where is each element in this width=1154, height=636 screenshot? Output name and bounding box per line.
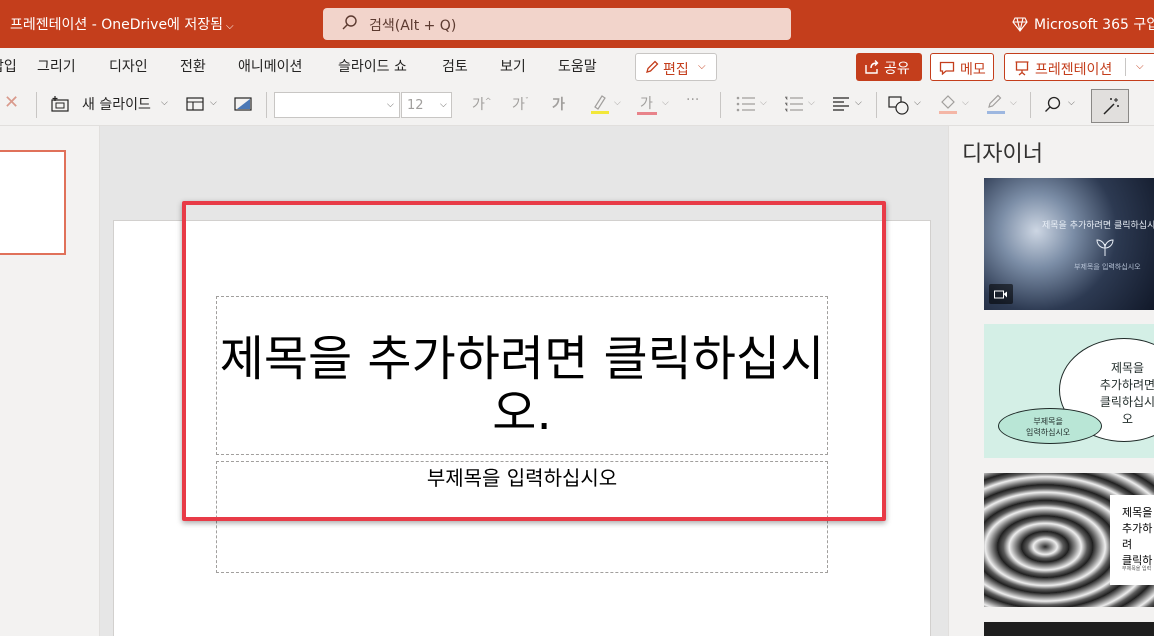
- format-background-icon[interactable]: [234, 96, 252, 112]
- font-color-glyph: 가: [640, 96, 653, 112]
- button-divider: [1125, 58, 1126, 76]
- design-idea-4[interactable]: [984, 622, 1154, 636]
- leaf-icon: [1096, 239, 1114, 256]
- slide-thumbnail-1[interactable]: [0, 150, 66, 255]
- paint-bucket-icon: [939, 95, 957, 114]
- design-idea-2-subtitle: 부제목을 입력하십시오: [1026, 417, 1071, 437]
- tab-help[interactable]: 도움말: [558, 56, 597, 76]
- chevron-down-icon: ⌵: [962, 98, 969, 108]
- pen-outline-icon: [987, 94, 1005, 114]
- chevron-down-icon: ⌵: [760, 98, 767, 108]
- toolbar-separator: [266, 92, 267, 118]
- font-size-select[interactable]: 12 ⌵: [401, 92, 452, 118]
- title-bar: 프레젠테이션 - OneDrive에 저장됨 ⌵ 검색(Alt + Q) Micr…: [0, 0, 1154, 48]
- bullet-list-icon: [736, 96, 755, 112]
- tab-animations[interactable]: 애니메이션: [238, 56, 302, 76]
- design-idea-1-title: 제목을 추가하려면 클릭하십시오: [1042, 221, 1154, 231]
- chevron-down-icon: ⌵: [1068, 98, 1075, 108]
- present-button[interactable]: 프레젠테이션 ⌵: [1004, 53, 1154, 81]
- slide-thumbnail-pane: [0, 126, 100, 636]
- design-idea-3[interactable]: 제목을 추가하려 클릭하 부제목을 입력: [984, 473, 1154, 607]
- chevron-down-icon[interactable]: ⌵: [1136, 61, 1144, 72]
- magic-wand-icon: [1103, 98, 1119, 115]
- font-color-swatch: [637, 112, 657, 115]
- tab-slideshow[interactable]: 슬라이드 쇼: [338, 56, 407, 76]
- comments-button[interactable]: 메모: [930, 53, 994, 81]
- chevron-down-icon: ⌵: [210, 98, 217, 108]
- chevron-down-icon: ⌵: [914, 98, 921, 108]
- document-title-text: 프레젠테이션 - OneDrive에 저장됨: [10, 17, 224, 33]
- designer-title: 디자이너: [962, 142, 1043, 167]
- tab-view[interactable]: 보기: [500, 56, 526, 76]
- buy-microsoft-365-link[interactable]: Microsoft 365 구입: [1012, 14, 1154, 34]
- tab-review[interactable]: 검토: [442, 56, 468, 76]
- grow-font-icon[interactable]: 가^: [472, 94, 492, 114]
- comments-label: 메모: [960, 62, 986, 78]
- buy-microsoft-365-label: Microsoft 365 구입: [1034, 17, 1154, 33]
- chevron-down-icon: ⌵: [161, 98, 168, 108]
- bold-button[interactable]: 가: [552, 94, 565, 114]
- editing-mode-button[interactable]: 편집 ⌵: [635, 53, 717, 81]
- chevron-down-icon: ⌵: [614, 98, 621, 108]
- delete-icon[interactable]: ✕: [4, 92, 19, 113]
- numbered-list-icon: [785, 96, 803, 112]
- editing-mode-label: 편집: [663, 62, 689, 78]
- share-button[interactable]: 공유: [856, 53, 922, 81]
- search-icon: [342, 15, 357, 30]
- chevron-down-icon: ⌵: [226, 21, 234, 32]
- pencil-icon: [646, 60, 659, 73]
- design-idea-1-subtitle: 부제목을 입력하십시오: [1074, 263, 1141, 271]
- ribbon-toolbar: ✕ 새 슬라이드 ⌵ ⌵ ⌵ 12 ⌵ 가^ 가ˇ 가 ⌵ 가 ⌵ ··· ⌵ …: [0, 84, 1154, 126]
- designer-pane: 디자이너 제목을 추가하려면 클릭하십시오 부제목을 입력하십시오 제목을 추가…: [948, 126, 1154, 636]
- toolbar-separator: [1030, 92, 1031, 118]
- document-title[interactable]: 프레젠테이션 - OneDrive에 저장됨 ⌵: [10, 14, 234, 34]
- design-idea-2[interactable]: 제목을 추가하려면 클릭하십시오 부제목을 입력하십시오: [984, 324, 1154, 458]
- designer-button[interactable]: [1091, 89, 1129, 123]
- presentation-icon: [1015, 61, 1029, 76]
- design-idea-2-title: 제목을 추가하려면 클릭하십시오: [1099, 361, 1154, 426]
- layout-icon: [186, 97, 204, 111]
- chevron-down-icon: ⌵: [808, 98, 815, 108]
- search-placeholder: 검색(Alt + Q): [369, 18, 457, 34]
- more-options-icon[interactable]: ···: [686, 92, 699, 108]
- annotation-highlight-box: [182, 201, 886, 521]
- font-name-select[interactable]: ⌵: [274, 92, 400, 118]
- share-label: 공유: [884, 61, 910, 77]
- design-idea-3-subtitle: 부제목을 입력: [1122, 566, 1152, 572]
- present-label: 프레젠테이션: [1035, 62, 1113, 78]
- chevron-down-icon: ⌵: [698, 61, 706, 72]
- magnifier-icon: [1045, 96, 1061, 112]
- chevron-down-icon: ⌵: [387, 100, 394, 110]
- chevron-down-icon: ⌵: [662, 98, 669, 108]
- diamond-icon: [1012, 17, 1028, 32]
- toolbar-separator: [36, 92, 37, 118]
- tab-draw[interactable]: 그리기: [37, 56, 76, 76]
- chevron-down-icon: ⌵: [855, 98, 862, 108]
- search-box[interactable]: 검색(Alt + Q): [323, 8, 791, 40]
- tab-transitions[interactable]: 전환: [180, 56, 206, 76]
- chevron-down-icon: ⌵: [1010, 98, 1017, 108]
- shapes-icon: [888, 96, 909, 115]
- toolbar-separator: [876, 92, 877, 118]
- share-icon: [865, 60, 879, 74]
- new-slide-label: 새 슬라이드: [82, 97, 151, 113]
- ribbon-tabs: 삽입 그리기 디자인 전환 애니메이션 슬라이드 쇼 검토 보기 도움말 편집 …: [0, 48, 1154, 84]
- tab-design[interactable]: 디자인: [109, 56, 148, 76]
- new-slide-icon: [51, 96, 69, 112]
- video-icon: [989, 284, 1013, 304]
- shrink-font-icon[interactable]: 가ˇ: [512, 94, 529, 114]
- comment-icon: [939, 61, 955, 75]
- design-idea-3-title: 제목을 추가하려 클릭하: [1122, 506, 1153, 567]
- align-text-icon: [833, 97, 849, 111]
- toolbar-separator: [720, 92, 721, 118]
- highlighter-icon: [591, 95, 609, 114]
- grow-font-glyph: 가: [472, 97, 485, 113]
- font-size-value: 12: [407, 98, 424, 113]
- shrink-font-glyph: 가: [512, 97, 525, 113]
- tab-insert[interactable]: 삽입: [0, 56, 17, 76]
- design-idea-1[interactable]: 제목을 추가하려면 클릭하십시오 부제목을 입력하십시오: [984, 178, 1154, 310]
- chevron-down-icon: ⌵: [440, 100, 447, 110]
